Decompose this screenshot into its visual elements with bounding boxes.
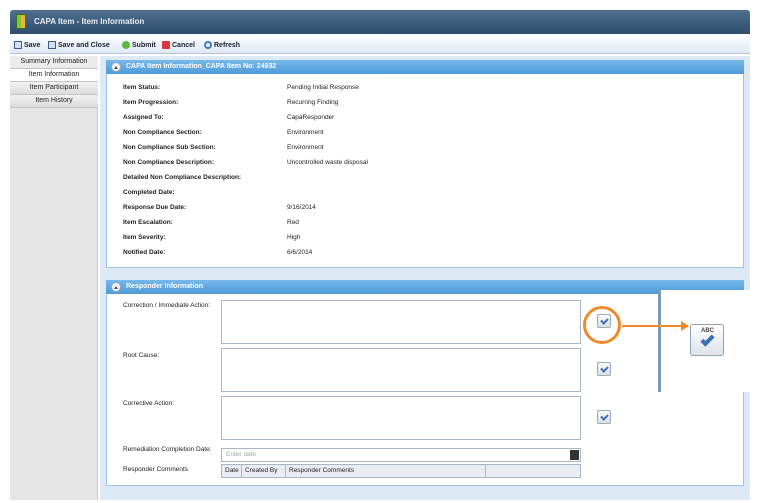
refresh-label: Refresh [214,41,241,49]
save-close-icon [48,41,56,49]
info-label: Assigned To: [123,114,164,121]
highlight-circle [583,306,621,344]
remediation-date-input[interactable]: Enter date [221,448,581,462]
info-row: Assigned To: CapaResponder [107,110,743,125]
column-header-created-by[interactable]: Created By [242,465,286,477]
info-row: Item Severity: High [107,230,743,245]
info-row: Non Compliance Sub Section: Environment [107,140,743,155]
column-header-responder-comments[interactable]: Responder Comments [286,465,486,477]
info-label: Item Status: [123,84,161,91]
cancel-icon [162,41,170,49]
save-label: Save [24,41,41,49]
responder-comments-label: Responder Comments [123,466,189,473]
info-row: Response Due Date: 9/16/2014 [107,200,743,215]
info-value: Uncontrolled waste disposal [287,159,368,166]
info-label: Notified Date: [123,249,166,256]
refresh-icon [204,41,212,49]
info-row: Detailed Non Compliance Description: [107,170,743,185]
callout-arrow-head-icon [681,321,689,331]
save-close-label: Save and Close [58,41,110,49]
root-cause-label: Root Cause: [123,352,160,359]
info-value: 9/16/2014 [287,204,316,211]
responder-information-body: Correction / Immediate Action: Root Caus… [106,294,744,486]
save-button[interactable]: Save [14,41,40,49]
collapse-icon[interactable] [111,62,121,72]
sidebar: Summary Information Item Information Ite… [10,56,98,500]
info-value: Pending Initial Response [287,84,359,91]
sidebar-item-item-history[interactable]: Item History [10,95,98,108]
toolbar: Save Save and Close Submit Cancel Refres… [10,38,750,54]
window-titlebar: CAPA Item - Item Information [10,10,750,34]
info-value: Recurring Finding [287,99,339,106]
callout-arrow-line [622,325,684,327]
info-label: Non Compliance Description: [123,159,215,166]
item-information-body: Item Status: Pending Initial Response Ite… [106,74,744,268]
info-row: Non Compliance Section: Environment [107,125,743,140]
remediation-date-label: Remediation Completion Date: [123,446,212,453]
correction-label: Correction / Immediate Action: [123,302,211,309]
cancel-label: Cancel [172,41,195,49]
item-information-panel-header[interactable]: CAPA Item Information_CAPA Item No: 2493… [106,60,744,74]
info-row: Notified Date: 6/6/2014 [107,245,743,260]
checkmark-icon [700,332,715,347]
info-value: Environment [287,144,324,151]
collapse-icon[interactable] [111,282,121,292]
correction-textarea[interactable] [221,300,581,344]
save-and-close-button[interactable]: Save and Close [48,41,110,49]
app-icon [16,14,26,29]
sidebar-item-item-information[interactable]: Item Information [10,69,98,82]
window-title: CAPA Item - Item Information [34,17,145,26]
submit-button[interactable]: Submit [122,41,156,49]
main-content: CAPA Item Information_CAPA Item No: 2493… [100,56,750,500]
item-information-panel-title: CAPA Item Information_CAPA Item No: 2493… [126,63,277,70]
sidebar-item-item-participant[interactable]: Item Participant [10,82,98,95]
info-value: High [287,234,301,241]
spellcheck-enlarged-icon: ABC [690,324,724,356]
save-icon [14,41,22,49]
responder-information-panel: Responder Information Correction / Immed… [106,280,744,486]
info-value: 6/6/2014 [287,249,313,256]
info-row: Item Escalation: Red [107,215,743,230]
info-row: Non Compliance Description: Uncontrolled … [107,155,743,170]
submit-label: Submit [132,41,156,49]
info-value: Red [287,219,299,226]
info-value: Environment [287,129,324,136]
info-label: Detailed Non Compliance Description: [123,174,242,181]
responder-comments-table: Date Created By Responder Comments [221,464,581,478]
date-placeholder: Enter date [226,451,256,458]
sidebar-item-summary-information[interactable]: Summary Information [10,56,98,69]
submit-icon [122,41,130,49]
cancel-button[interactable]: Cancel [162,41,195,49]
spellcheck-corrective-action-icon[interactable] [597,410,611,424]
info-label: Non Compliance Section: [123,129,202,136]
info-label: Completed Date: [123,189,175,196]
refresh-button[interactable]: Refresh [204,41,240,49]
responder-information-panel-title: Responder Information [126,283,204,290]
info-row: Completed Date: [107,185,743,200]
info-label: Response Due Date: [123,204,187,211]
info-label: Item Severity: [123,234,166,241]
item-information-panel: CAPA Item Information_CAPA Item No: 2493… [106,60,744,268]
info-label: Item Escalation: [123,219,173,226]
info-row: Item Status: Pending Initial Response [107,80,743,95]
info-value: CapaResponder [287,114,335,121]
corrective-action-textarea[interactable] [221,396,581,440]
responder-information-panel-header[interactable]: Responder Information [106,280,744,294]
info-label: Item Progression: [123,99,179,106]
info-label: Non Compliance Sub Section: [123,144,216,151]
corrective-action-label: Corrective Action: [123,400,174,407]
root-cause-textarea[interactable] [221,348,581,392]
info-row: Item Progression: Recurring Finding [107,95,743,110]
calendar-icon[interactable] [570,450,579,460]
spellcheck-root-cause-icon[interactable] [597,362,611,376]
column-header-date[interactable]: Date [222,465,242,477]
